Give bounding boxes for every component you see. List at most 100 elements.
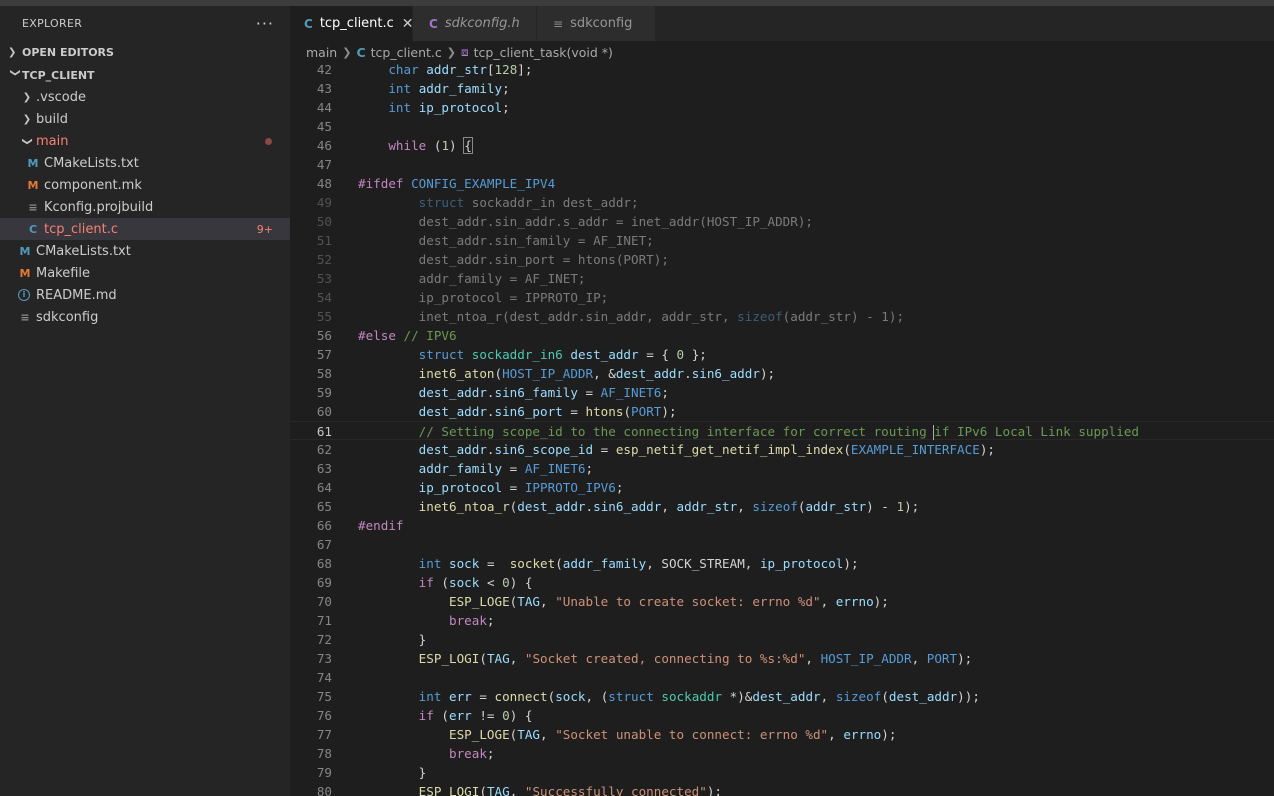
breadcrumb-file[interactable]: tcp_client.c xyxy=(371,45,442,60)
line-number: 44 xyxy=(316,100,332,115)
chevron-down-icon: ❯ xyxy=(9,68,21,77)
tree-item-vscode[interactable]: ❯ .vscode xyxy=(0,86,290,108)
code-line: 74 xyxy=(290,668,1274,687)
code-text: dest_addr.sin_addr.s_addr = inet_addr(HO… xyxy=(418,214,813,229)
code-text: dest_addr.sin_port = htons(PORT); xyxy=(418,252,669,267)
tree-item-label: Kconfig.projbuild xyxy=(44,199,154,215)
chevron-down-icon: ❯ xyxy=(21,136,33,146)
code-line: 48 #ifdef CONFIG_EXAMPLE_IPV4 xyxy=(290,174,1274,193)
tree-item-tcp-client-c[interactable]: C tcp_client.c 9+ xyxy=(0,218,290,240)
code-line: 64 ip_protocol = IPPROTO_IPV6; xyxy=(290,478,1274,497)
code-line: 49 struct sockaddr_in dest_addr; xyxy=(290,193,1274,212)
line-number: 51 xyxy=(316,233,332,248)
tab-sdkconfig[interactable]: ≡ sdkconfig xyxy=(537,6,656,41)
more-actions-icon[interactable]: ··· xyxy=(256,14,274,33)
code-line: 57 struct sockaddr_in6 dest_addr = { 0 }… xyxy=(290,345,1274,364)
code-text: dest_addr.sin6_port = htons(PORT); xyxy=(418,404,677,419)
code-comment: // IPV6 xyxy=(403,328,457,343)
line-number: 65 xyxy=(316,499,332,514)
code-line: 44 int ip_protocol; xyxy=(290,98,1274,117)
line-number: 77 xyxy=(316,727,332,742)
code-text: struct sockaddr_in dest_addr; xyxy=(418,195,639,210)
code-text: break; xyxy=(449,746,495,761)
explorer-title: EXPLORER xyxy=(22,16,83,30)
c-header-file-icon: C xyxy=(429,16,438,31)
code-text: ESP_LOGI(TAG, "Socket created, connectin… xyxy=(418,651,973,666)
code-line: 58 inet6_aton(HOST_IP_ADDR, &dest_addr.s… xyxy=(290,364,1274,383)
tab-tcp-client-c[interactable]: C tcp_client.c ✕ xyxy=(290,6,414,41)
tree-item-label: README.md xyxy=(36,287,117,303)
line-number: 80 xyxy=(316,784,332,796)
line-number: 54 xyxy=(316,290,332,305)
line-number: 73 xyxy=(316,651,332,666)
text-file-icon: ≡ xyxy=(28,200,38,214)
tree-item-makefile[interactable]: M Makefile xyxy=(0,262,290,284)
tree-item-label: build xyxy=(36,111,68,127)
code-text: inet_ntoa_r(dest_addr.sin_addr, addr_str… xyxy=(418,309,905,324)
line-number: 57 xyxy=(316,347,332,362)
line-number: 45 xyxy=(316,119,332,134)
explorer-sidebar: EXPLORER ··· ❯ OPEN EDITORS ❯ TCP_CLIENT… xyxy=(0,6,290,796)
code-text: dest_addr.sin6_family = AF_INET6; xyxy=(418,385,669,400)
tree-item-label: sdkconfig xyxy=(36,309,99,325)
code-line: 73 ESP_LOGI(TAG, "Socket created, connec… xyxy=(290,649,1274,668)
code-line: 80 ESP_LOGI(TAG, "Successfully connected… xyxy=(290,782,1274,796)
code-line: 60 dest_addr.sin6_port = htons(PORT); xyxy=(290,402,1274,421)
tree-item-readme[interactable]: i README.md xyxy=(0,284,290,306)
open-editors-section[interactable]: ❯ OPEN EDITORS xyxy=(0,41,290,63)
code-text: #else // IPV6 xyxy=(358,328,457,343)
code-editor[interactable]: 42 char addr_str[128]; 43 int addr_famil… xyxy=(290,63,1274,796)
line-number: 71 xyxy=(316,613,332,628)
code-text: if (err != 0) { xyxy=(418,708,533,723)
code-line: 78 break; xyxy=(290,744,1274,763)
code-text: // Setting scope_id to the connecting in… xyxy=(358,422,1139,441)
tree-item-sdkconfig[interactable]: ≡ sdkconfig xyxy=(0,306,290,328)
project-label: TCP_CLIENT xyxy=(22,68,95,82)
line-number: 69 xyxy=(316,575,332,590)
c-file-icon: C xyxy=(304,16,313,31)
cmake-file-icon: M xyxy=(27,156,39,170)
line-number: 55 xyxy=(316,309,332,324)
code-text: int sock = socket(addr_family, SOCK_STRE… xyxy=(418,556,859,571)
tree-item-label: CMakeLists.txt xyxy=(44,155,139,171)
c-file-icon: C xyxy=(356,44,366,60)
code-line: 54 ip_protocol = IPPROTO_IP; xyxy=(290,288,1274,307)
tree-item-main-cmakelists[interactable]: M CMakeLists.txt xyxy=(0,152,290,174)
code-text: while (1) { xyxy=(388,137,473,154)
info-icon: i xyxy=(18,289,30,301)
code-comment: // Setting scope_id to the connecting in… xyxy=(418,424,935,439)
line-number: 66 xyxy=(316,518,332,533)
line-number: 75 xyxy=(316,689,332,704)
editor-tab-bar: C tcp_client.c ✕ C sdkconfig.h ≡ sdkconf… xyxy=(290,6,1274,41)
tree-item-main[interactable]: ❯ main xyxy=(0,130,290,152)
tree-item-component-mk[interactable]: M component.mk xyxy=(0,174,290,196)
code-text: ip_protocol = IPPROTO_IP; xyxy=(418,290,609,305)
tree-item-root-cmakelists[interactable]: M CMakeLists.txt xyxy=(0,240,290,262)
code-line: 71 break; xyxy=(290,611,1274,630)
tree-item-kconfig[interactable]: ≡ Kconfig.projbuild xyxy=(0,196,290,218)
code-line: 42 char addr_str[128]; xyxy=(290,63,1274,79)
tree-item-build[interactable]: ❯ build xyxy=(0,108,290,130)
tab-sdkconfig-h[interactable]: C sdkconfig.h xyxy=(413,6,537,41)
code-text: addr_family = AF_INET6; xyxy=(418,461,594,476)
tree-item-label: tcp_client.c xyxy=(44,221,118,237)
breadcrumb-symbol[interactable]: tcp_client_task(void *) xyxy=(474,45,613,60)
line-number: 68 xyxy=(316,556,332,571)
code-line: 43 int addr_family; xyxy=(290,79,1274,98)
line-number: 63 xyxy=(316,461,332,476)
project-section[interactable]: ❯ TCP_CLIENT xyxy=(0,64,290,86)
code-line: 70 ESP_LOGE(TAG, "Unable to create socke… xyxy=(290,592,1274,611)
string-literal: "Successfully connected" xyxy=(524,784,707,796)
string-literal: "Unable to create socket: errno %d" xyxy=(555,594,821,609)
tab-label: sdkconfig.h xyxy=(444,16,520,31)
line-number: 60 xyxy=(316,404,332,419)
chevron-right-icon: ❯ xyxy=(8,46,17,58)
line-number: 48 xyxy=(316,176,332,191)
close-icon[interactable]: ✕ xyxy=(402,16,414,32)
line-number: 47 xyxy=(316,157,332,172)
code-line: 79 } xyxy=(290,763,1274,782)
string-literal: "Socket unable to connect: errno %d" xyxy=(555,727,829,742)
string-literal: "Socket created, connecting to %s:%d" xyxy=(524,651,806,666)
code-text: if (sock < 0) { xyxy=(418,575,533,590)
breadcrumb-folder[interactable]: main xyxy=(306,45,337,60)
